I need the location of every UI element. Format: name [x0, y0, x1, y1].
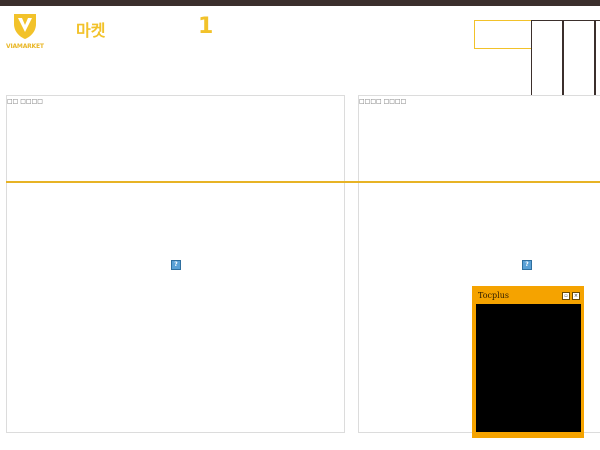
viamarket-logo[interactable]: VIAMARKET: [4, 12, 48, 50]
restore-icon[interactable]: ▫: [562, 292, 570, 300]
broken-image-icon: ?: [171, 260, 181, 270]
tocplus-widget[interactable]: Tocplus ▫ ×: [472, 286, 584, 438]
header-yellow-box[interactable]: [474, 20, 532, 49]
v-shield-icon: [14, 14, 36, 39]
market-title: 마켓: [76, 21, 106, 40]
logo-text: VIAMARKET: [6, 43, 44, 50]
yellow-divider: [6, 181, 600, 183]
panel-label: □□ □□□□: [7, 98, 43, 105]
widget-title: Tocplus: [478, 291, 509, 300]
widget-screen[interactable]: [476, 304, 581, 432]
count-display: 1: [198, 14, 214, 39]
panel-label: □□□□ □□□□: [359, 98, 407, 105]
close-icon[interactable]: ×: [572, 292, 580, 300]
content-panel-left: □□ □□□□ ?: [6, 95, 345, 433]
top-bar: [0, 0, 600, 6]
broken-image-icon: ?: [522, 260, 532, 270]
